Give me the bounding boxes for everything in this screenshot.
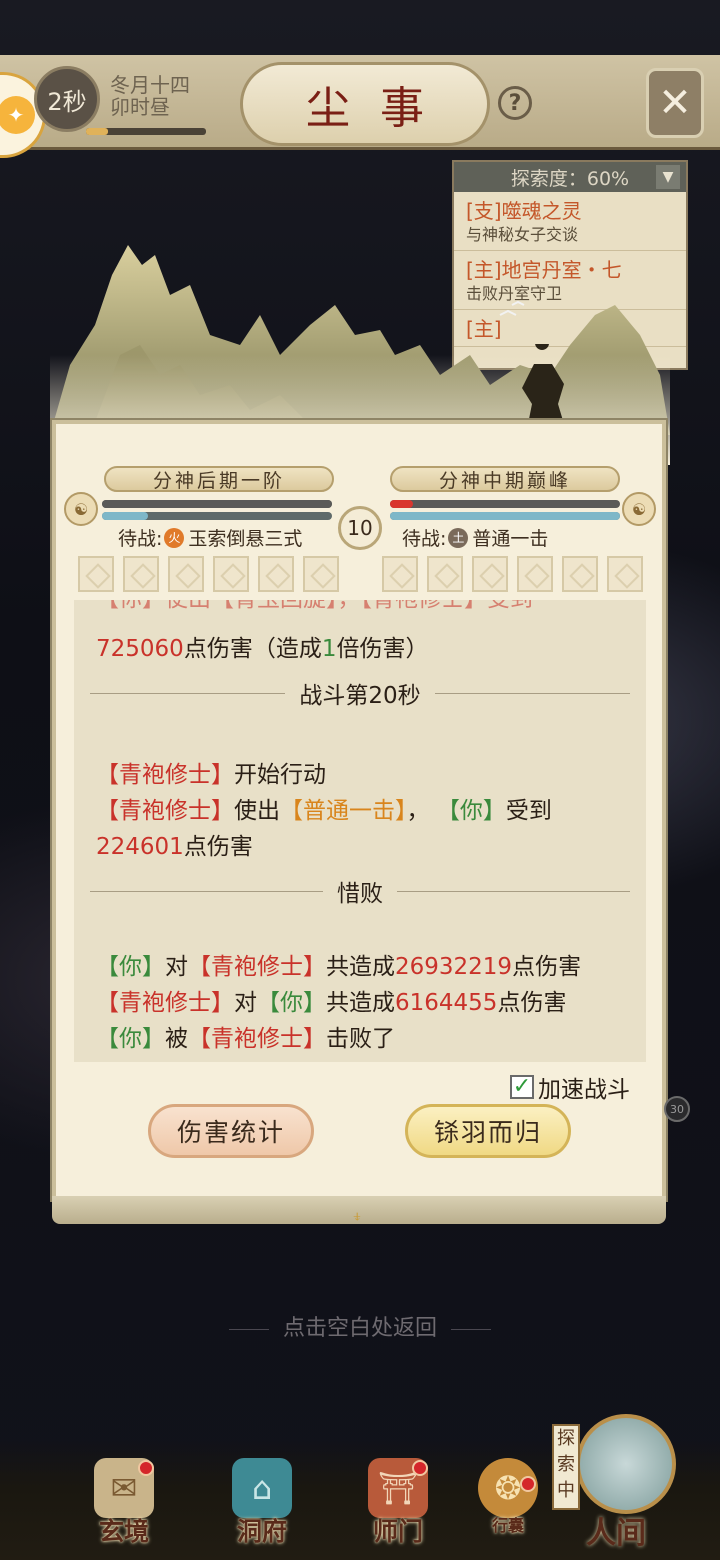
nav-item-renjian[interactable]: 探索中 人间 [552,1404,686,1554]
buff-slot [258,556,294,592]
tap-blank-to-return-hint: 点击空白处返回 [0,1310,720,1342]
skill-name: 普通一击 [472,528,549,550]
pavilion-icon: ⌂ [232,1458,292,1518]
log-line: 【青袍修士】开始行动 [96,762,326,788]
buff-slot [517,556,553,592]
world-map-icon [576,1414,676,1514]
close-icon[interactable]: ✕ [646,68,704,138]
buff-slot [472,556,508,592]
help-icon[interactable]: ? [498,86,532,120]
notification-dot [138,1460,154,1476]
nav-label: 师门 [372,1517,423,1546]
log-separator: 战斗第20秒 [90,678,630,709]
enemy-next-skill: 待战: 土 普通一击 [402,524,548,551]
wait-label: 待战: [402,528,447,550]
player-buff-slots [78,556,339,592]
enemy-mp-bar [390,512,620,520]
date-line-2: 卯时昼 [110,95,170,119]
nav-item-shimen[interactable]: ⛩ 师门 [348,1458,448,1554]
battle-log[interactable]: 【你】使出【青玉回旋】，【青袍修士】受到 725060点伤害（造成1倍伤害） 战… [74,600,646,1062]
date-line-1: 冬月十四 [110,73,190,97]
enemy-realm: 分神中期巅峰 [390,466,620,492]
wait-label: 待战: [118,528,163,550]
time-progress-bar [86,128,206,135]
player-hp-bar [102,500,332,508]
retreat-button[interactable]: 铩羽而归 [405,1104,571,1158]
enemy-hp-bar [390,500,620,508]
round-counter: 10 [338,506,382,550]
nav-label: 玄境 [98,1517,149,1546]
chevron-down-icon[interactable]: ▼ [656,165,680,189]
nav-label: 洞府 [236,1517,287,1546]
nav-item-dongfu[interactable]: ⌂ 洞府 [212,1458,312,1554]
log-line: 【青袍修士】对【你】共造成6164455点伤害 [96,990,567,1016]
player-avatar-icon: ☯ [64,492,98,526]
player-realm: 分神后期一阶 [104,466,334,492]
notification-dot [412,1460,428,1476]
speed-battle-toggle[interactable]: ✓ 加速战斗 [510,1070,630,1104]
log-separator: 惜败 [90,876,630,907]
buff-slot [427,556,463,592]
buff-slot [607,556,643,592]
log-line: 【你】被【青袍修士】击败了 [96,1026,395,1052]
log-line-partial: 【你】使出【青玉回旋】，【青袍修士】受到 [96,600,533,614]
nav-item-xingnang[interactable]: ❂ 行囊 [458,1458,558,1554]
enemy-avatar-icon: ☯ [622,492,656,526]
exploring-tag: 探索中 [552,1424,580,1510]
page-title: 尘事 [240,62,490,146]
player-mp-bar [102,512,332,520]
buff-slot [78,556,114,592]
explore-progress: 探索度：60% ▼ [454,162,686,192]
buff-slot [562,556,598,592]
notification-dot [520,1476,536,1492]
buff-slot [123,556,159,592]
buff-slot [213,556,249,592]
gamepad-icon: ✦ [0,96,35,134]
player-next-skill: 待战: 火 玉索倒悬三式 [118,524,302,551]
timer-badge: 2秒 [34,66,100,132]
damage-stats-button[interactable]: 伤害统计 [148,1104,314,1158]
skill-name: 玉索倒悬三式 [188,528,303,550]
nav-item-xuanjing[interactable]: ✉ 玄境 [74,1458,174,1554]
buff-slot [168,556,204,592]
log-line: 【你】对【青袍修士】共造成26932219点伤害 [96,954,582,980]
pin-icon: ⍖ [352,1206,363,1227]
nav-label: 人间 [586,1516,646,1551]
log-line: 【青袍修士】使出【普通一击】， 【你】受到 [96,798,552,824]
explore-label: 探索度：60% [510,167,630,190]
log-line: 224601点伤害 [96,834,253,860]
buff-slot [382,556,418,592]
checkbox-check-icon[interactable]: ✓ [510,1075,534,1099]
earth-element-icon: 土 [448,527,469,548]
log-line: 725060点伤害（造成1倍伤害） [96,636,429,662]
quest-title: [支]噬魂之灵 [466,199,582,223]
speed-label: 加速战斗 [538,1077,630,1103]
enemy-buff-slots [382,556,643,592]
buff-slot [303,556,339,592]
side-counter-badge[interactable]: 30 [664,1096,690,1122]
nav-label: 行囊 [491,1516,524,1535]
fire-element-icon: 火 [164,527,185,548]
game-date: 冬月十四 卯时昼 [110,74,190,118]
